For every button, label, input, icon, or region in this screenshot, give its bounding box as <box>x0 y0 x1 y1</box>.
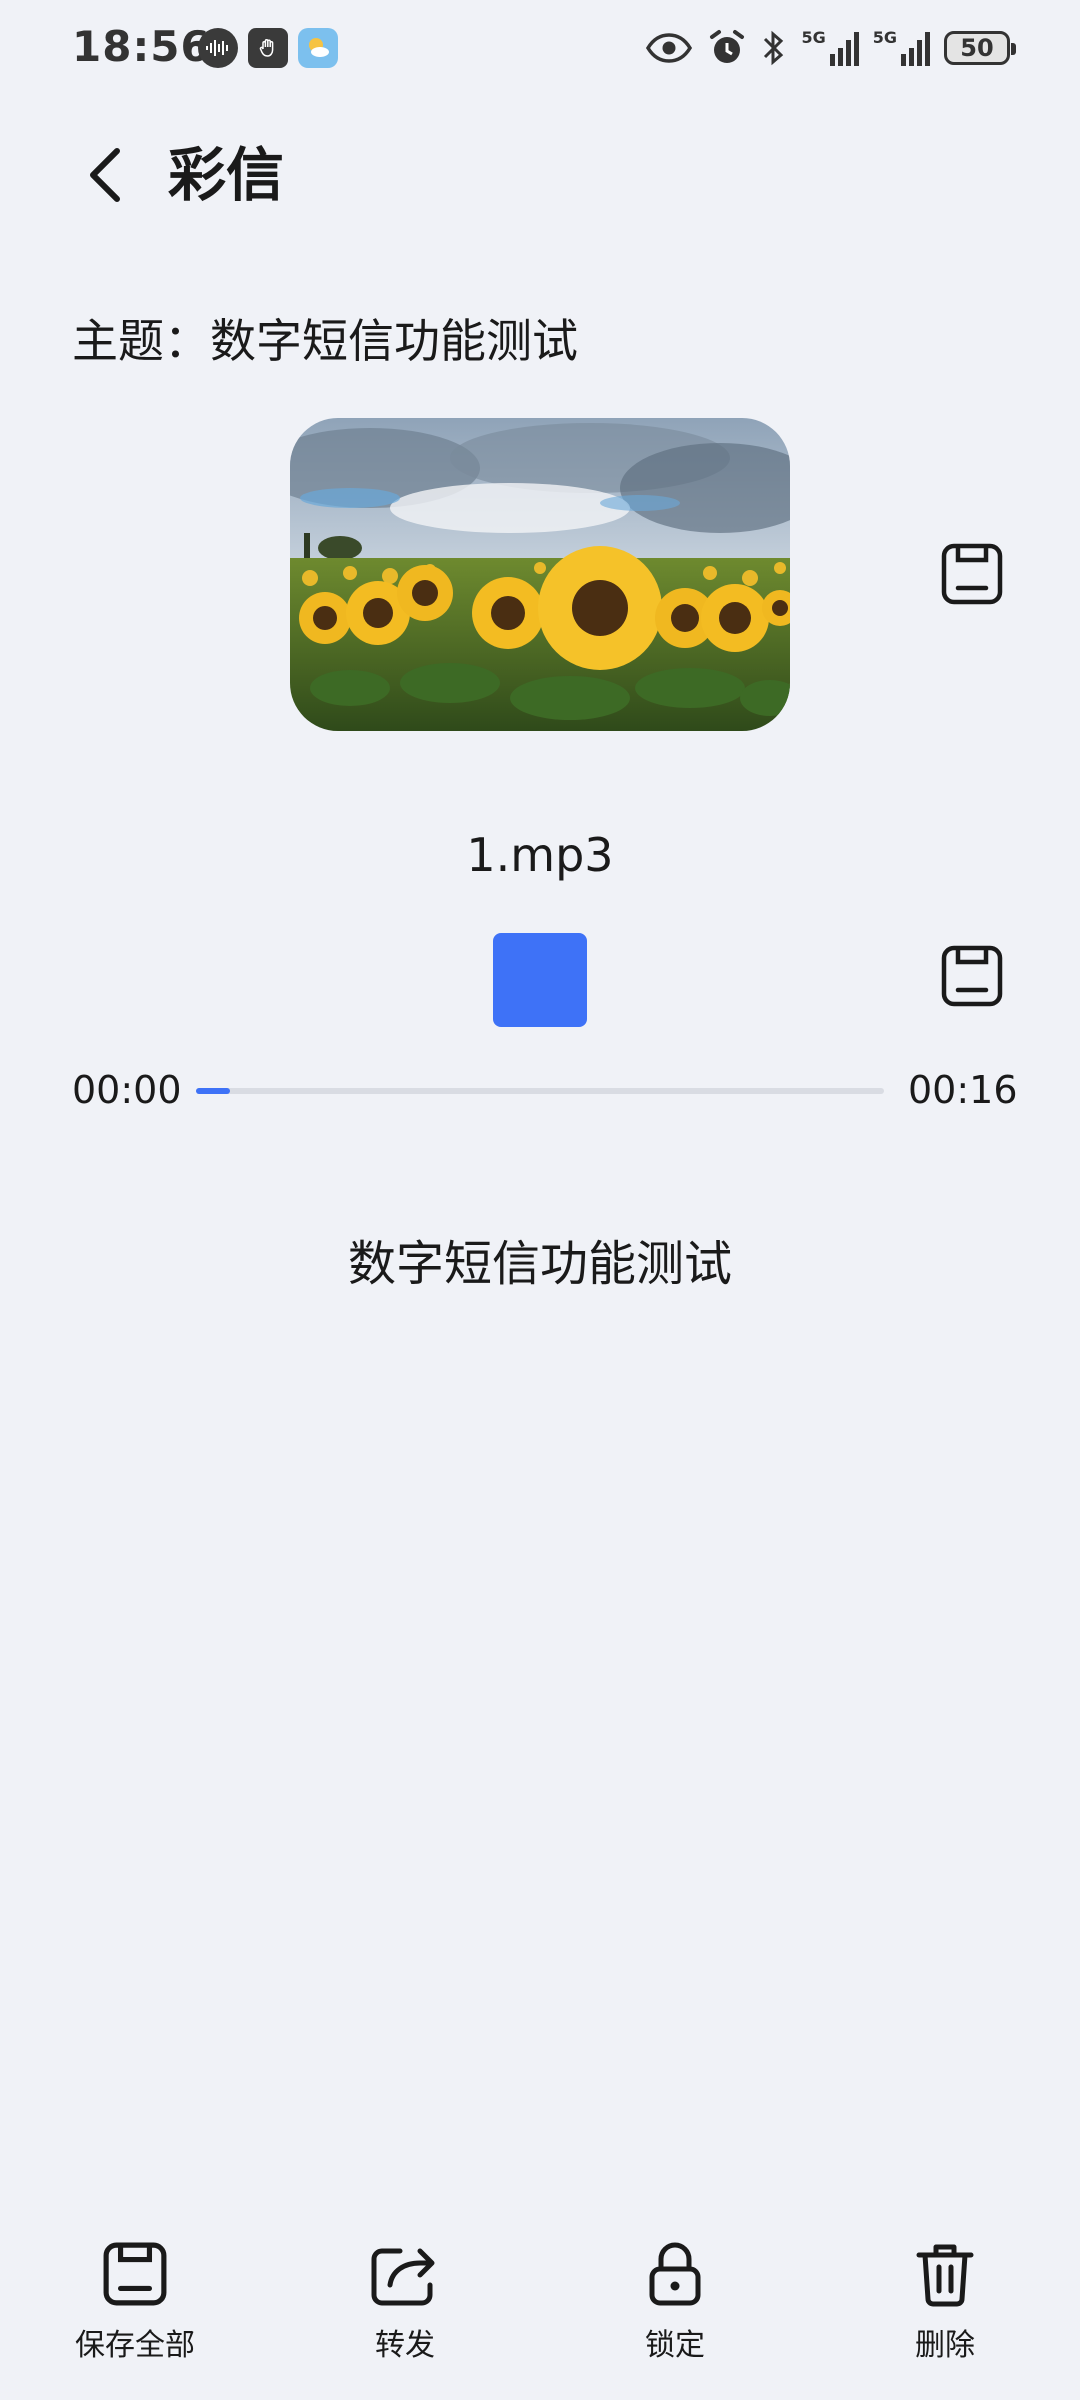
save-icon <box>941 543 1003 605</box>
sunflower-field-image <box>290 418 790 731</box>
status-time: 18:56 <box>72 22 211 71</box>
app-header: 彩信 <box>0 120 1080 230</box>
audio-progress-bar[interactable] <box>196 1088 884 1094</box>
save-audio-button[interactable] <box>938 942 1006 1010</box>
message-body: 数字短信功能测试 <box>347 1236 732 1292</box>
eye-icon <box>646 33 693 63</box>
save-all-icon <box>97 2236 173 2312</box>
save-all-label: 保存全部 <box>75 2328 195 2363</box>
notification-icons <box>198 28 338 68</box>
delete-button[interactable]: 删除 <box>845 2236 1045 2364</box>
chevron-left-icon <box>90 148 120 202</box>
lock-icon <box>637 2236 713 2312</box>
save-image-button[interactable] <box>938 540 1006 608</box>
forward-icon <box>367 2236 443 2312</box>
forward-button[interactable]: 转发 <box>305 2236 505 2364</box>
voice-assistant-icon <box>198 28 238 68</box>
lock-label: 锁定 <box>645 2328 705 2363</box>
save-icon <box>941 945 1003 1007</box>
mms-image-attachment[interactable] <box>290 418 790 731</box>
signal-strength-2-icon <box>901 30 930 66</box>
bluetooth-icon <box>764 30 784 66</box>
audio-current-time: 00:00 <box>72 1068 182 1112</box>
battery-level: 50 <box>960 34 994 62</box>
audio-progress-fill <box>196 1088 231 1094</box>
lock-button[interactable]: 锁定 <box>575 2236 775 2364</box>
page-title: 彩信 <box>168 141 285 209</box>
status-bar: 18:56 5G 5G 50 <box>0 0 1080 100</box>
weather-icon <box>298 28 338 68</box>
audio-stop-button[interactable] <box>493 933 587 1027</box>
signal-strength-1-icon <box>829 30 859 66</box>
audio-filename: 1.mp3 <box>466 828 614 882</box>
alarm-icon <box>710 30 745 63</box>
audio-total-time: 00:16 <box>908 1068 1018 1112</box>
hand-shield-icon <box>248 28 288 68</box>
battery-indicator: 50 <box>944 31 1016 65</box>
network-type-2: 5G <box>872 28 897 47</box>
network-type-1: 5G <box>801 28 826 47</box>
delete-label: 删除 <box>915 2328 975 2363</box>
trash-icon <box>907 2236 983 2312</box>
message-subject: 主题：数字短信功能测试 <box>72 314 578 368</box>
back-button[interactable] <box>70 140 140 210</box>
system-status-icons: 5G 5G 50 <box>645 28 1016 68</box>
forward-label: 转发 <box>375 2328 435 2363</box>
bottom-toolbar: 保存全部 转发 锁定 删除 <box>0 2236 1080 2376</box>
save-all-button[interactable]: 保存全部 <box>35 2236 235 2364</box>
